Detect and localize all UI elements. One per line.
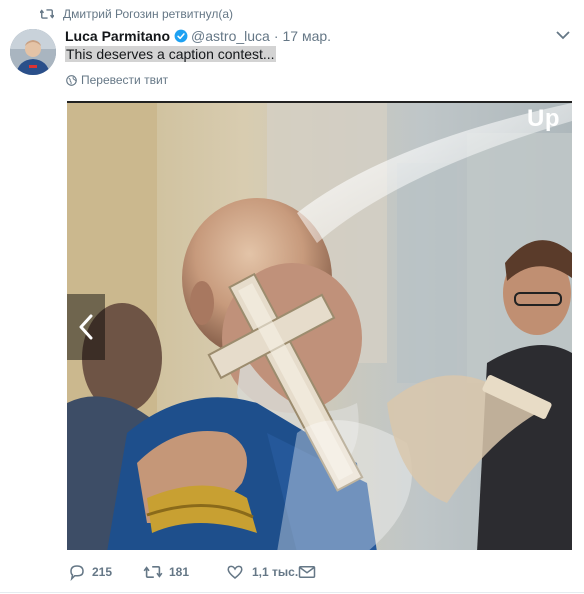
translate-label: Перевести твит bbox=[81, 73, 169, 87]
tweet-photo bbox=[67, 103, 572, 550]
author-handle[interactable]: @astro_luca bbox=[191, 28, 270, 44]
divider bbox=[0, 592, 584, 593]
chevron-left-icon bbox=[79, 314, 93, 340]
globe-icon bbox=[66, 74, 77, 86]
chevron-down-icon[interactable] bbox=[556, 30, 570, 40]
tweet[interactable]: Дмитрий Рогозин ретвитнул(а) Luca Parmit… bbox=[0, 0, 584, 594]
like-button[interactable]: 1,1 тыс. bbox=[226, 563, 306, 581]
retweet-button[interactable]: 181 bbox=[143, 564, 226, 580]
retweet-count: 181 bbox=[169, 565, 190, 579]
tweet-media[interactable]: Up bbox=[67, 101, 572, 550]
verified-badge-icon bbox=[174, 29, 188, 43]
retweet-icon bbox=[143, 566, 163, 578]
tweet-text: This deserves a caption contest... bbox=[65, 45, 276, 63]
heart-icon bbox=[227, 565, 243, 579]
tweet-actions: 215 181 1,1 тыс. bbox=[68, 562, 316, 582]
like-count: 1,1 тыс. bbox=[252, 565, 299, 579]
media-watermark: Up bbox=[527, 105, 560, 132]
tweet-date[interactable]: 17 мар. bbox=[283, 28, 332, 44]
reply-count: 215 bbox=[92, 565, 113, 579]
retweet-icon bbox=[40, 9, 54, 19]
direct-message-button[interactable] bbox=[298, 564, 316, 580]
retweet-context: Дмитрий Рогозин ретвитнул(а) bbox=[40, 7, 233, 21]
translate-link[interactable]: Перевести твит bbox=[66, 72, 168, 88]
tweet-text-content: This deserves a caption contest... bbox=[65, 46, 276, 62]
reply-icon bbox=[70, 565, 84, 581]
header-separator: · bbox=[273, 28, 279, 44]
reply-button[interactable]: 215 bbox=[68, 563, 143, 581]
avatar[interactable] bbox=[10, 29, 56, 75]
tweet-header: Luca Parmitano @astro_luca · 17 мар. bbox=[65, 27, 331, 45]
author-name[interactable]: Luca Parmitano bbox=[65, 28, 170, 44]
previous-media-button[interactable] bbox=[67, 294, 105, 360]
envelope-icon bbox=[298, 566, 316, 578]
retweet-context-text[interactable]: Дмитрий Рогозин ретвитнул(а) bbox=[63, 7, 233, 21]
avatar-image bbox=[10, 29, 56, 75]
